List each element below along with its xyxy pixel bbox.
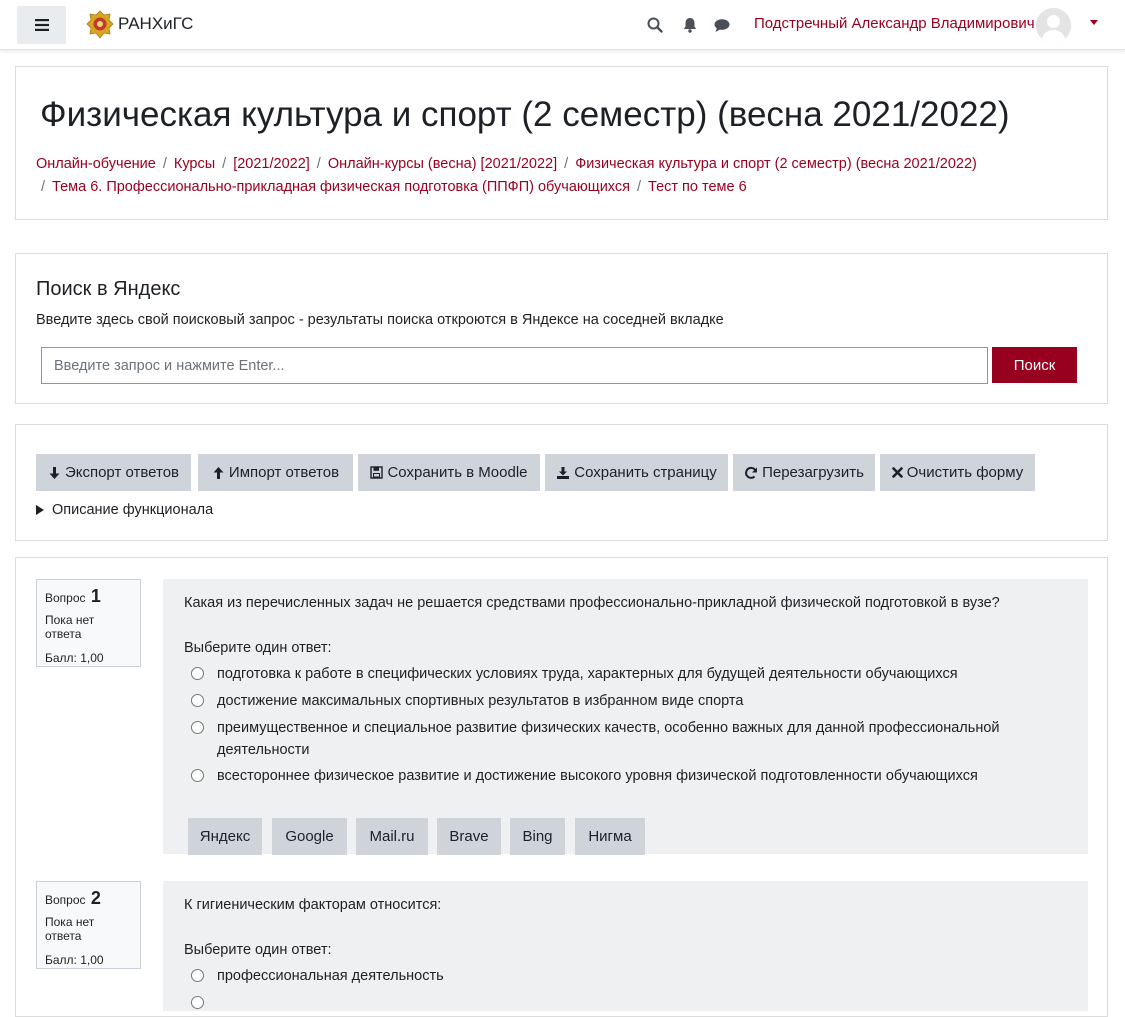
question-info: Вопрос 1 Пока нет ответа Балл: 1,00 (36, 579, 141, 667)
question-state: Пока нет ответа (45, 613, 95, 641)
search-button[interactable]: Поиск (992, 347, 1077, 383)
answer-option[interactable]: преимущественное и специальное развитие … (191, 717, 1051, 761)
breadcrumb-separator: / (564, 156, 569, 172)
breadcrumb-item[interactable]: Тема 6. Профессионально-прикладная физич… (52, 179, 630, 195)
breadcrumb-separator: / (637, 178, 642, 195)
search-input[interactable] (41, 347, 988, 384)
question-text: Какая из перечисленных задач не решается… (184, 595, 1000, 611)
breadcrumb-item[interactable]: Онлайн-курсы (весна) [2021/2022] (328, 156, 557, 172)
download-icon (557, 466, 570, 479)
menu-toggle-button[interactable] (17, 6, 66, 44)
search-block-title: Поиск в Яндекс (36, 278, 181, 300)
breadcrumb-separator: / (316, 156, 321, 172)
import-answers-button[interactable]: Импорт ответов (198, 454, 353, 491)
page-header: Физическая культура и спорт (2 семестр) … (15, 66, 1108, 220)
radio-button[interactable] (191, 996, 204, 1009)
answer-option-text: подготовка к работе в специфических усло… (217, 666, 958, 682)
arrow-up-icon (213, 466, 224, 479)
button-label: Сохранить страницу (574, 464, 717, 481)
button-label: Перезагрузить (762, 464, 864, 481)
search-engine-button-mailru[interactable]: Mail.ru (356, 818, 428, 855)
breadcrumb-separator: / (41, 178, 46, 195)
breadcrumb: Онлайн-обучение / Курсы / [2021/2022] / Онлайн… (36, 153, 1086, 198)
search-engine-button-bing[interactable]: Bing (510, 818, 565, 855)
question-grade: Балл: 1,00 (45, 651, 104, 665)
breadcrumb-item[interactable]: Онлайн-обучение (36, 156, 156, 172)
answer-option[interactable]: достижение максимальных спортивных резул… (191, 690, 1051, 712)
quiz-questions: Вопрос 1 Пока нет ответа Балл: 1,00 Кака… (15, 557, 1108, 1017)
floppy-icon (370, 466, 384, 479)
question-state: Пока нет ответа (45, 915, 95, 943)
question-number: Вопрос 1 (45, 586, 132, 607)
avatar-silhouette-icon (1036, 8, 1071, 43)
tools-block: Экспорт ответов Импорт ответов Сохранить… (15, 424, 1108, 541)
refresh-icon (745, 466, 758, 479)
question-content: К гигиеническим факторам относится: Выбе… (163, 881, 1088, 1011)
reload-button[interactable]: Перезагрузить (733, 454, 875, 491)
bell-icon[interactable] (681, 16, 699, 34)
search-engine-button-nigma[interactable]: Нигма (575, 818, 645, 855)
export-answers-button[interactable]: Экспорт ответов (36, 454, 191, 491)
breadcrumb-item[interactable]: [2021/2022] (233, 156, 310, 172)
answer-option-text: всестороннее физическое развитие и дости… (217, 768, 978, 784)
search-engine-button-brave[interactable]: Brave (437, 818, 501, 855)
breadcrumb-separator: / (162, 156, 167, 172)
answer-option-text: профессиональная деятельность (217, 968, 444, 984)
question-text: К гигиеническим факторам относится: (184, 897, 442, 913)
answer-option[interactable]: профессиональная деятельность (191, 965, 1051, 987)
user-avatar[interactable] (1036, 8, 1071, 43)
search-icon[interactable] (646, 16, 664, 34)
answer-option[interactable] (191, 992, 1051, 1009)
save-to-moodle-button[interactable]: Сохранить в Moodle (358, 454, 540, 491)
question-number-label: Вопрос (45, 893, 86, 907)
search-description: Введите здесь свой поисковый запрос - ре… (36, 312, 724, 328)
breadcrumb-item[interactable]: Тест по теме 6 (648, 179, 747, 195)
functionality-description-toggle[interactable]: Описание функционала (36, 502, 213, 518)
close-icon (891, 467, 903, 478)
site-name[interactable]: РАНХиГС (118, 14, 193, 34)
chat-icon[interactable] (713, 16, 731, 34)
breadcrumb-item[interactable]: Курсы (174, 156, 215, 172)
breadcrumb-item[interactable]: Физическая культура и спорт (2 семестр) … (575, 156, 977, 172)
save-page-button[interactable]: Сохранить страницу (545, 454, 728, 491)
arrow-down-icon (49, 466, 60, 479)
search-engine-button-yandex[interactable]: Яндекс (188, 818, 262, 855)
radio-button[interactable] (191, 667, 204, 680)
answer-option-text: преимущественное и специальное развитие … (217, 720, 1000, 758)
search-engine-button-google[interactable]: Google (272, 818, 347, 855)
button-label: Сохранить в Moodle (387, 464, 528, 481)
radio-button[interactable] (191, 969, 204, 982)
breadcrumb-separator: / (222, 156, 227, 172)
button-label: Очистить форму (906, 464, 1024, 481)
radio-button[interactable] (191, 694, 204, 707)
button-label: Импорт ответов (228, 464, 340, 481)
question-number-value: 1 (90, 586, 101, 606)
question-info: Вопрос 2 Пока нет ответа Балл: 1,00 (36, 881, 141, 969)
clear-form-button[interactable]: Очистить форму (880, 454, 1035, 491)
question-number-value: 2 (90, 888, 101, 908)
user-name[interactable]: Подстречный Александр Владимирович (754, 15, 1035, 32)
details-summary-label: Описание функционала (52, 502, 214, 518)
ranepa-logo[interactable] (86, 9, 114, 41)
button-label: Экспорт ответов (64, 464, 180, 481)
user-menu-caret-icon[interactable] (1090, 20, 1098, 25)
radio-button[interactable] (191, 721, 204, 734)
answer-option[interactable]: подготовка к работе в специфических усло… (191, 663, 1051, 685)
navbar: РАНХиГС Подстречный Александр Владимиров… (0, 0, 1125, 50)
question-grade: Балл: 1,00 (45, 953, 104, 967)
answer-option[interactable]: всестороннее физическое развитие и дости… (191, 765, 1051, 787)
question-content: Какая из перечисленных задач не решается… (163, 579, 1088, 855)
answer-prompt: Выберите один ответ: (184, 942, 332, 958)
radio-button[interactable] (191, 769, 204, 782)
answer-prompt: Выберите один ответ: (184, 640, 332, 656)
disclosure-triangle-icon (36, 505, 44, 515)
question-number: Вопрос 2 (45, 888, 132, 909)
page-title: Физическая культура и спорт (2 семестр) … (40, 95, 1010, 134)
yandex-search-block: Поиск в Яндекс Введите здесь свой поиско… (15, 253, 1108, 404)
hamburger-icon (34, 19, 49, 31)
answer-option-text: достижение максимальных спортивных резул… (217, 693, 744, 709)
question-number-label: Вопрос (45, 591, 86, 605)
